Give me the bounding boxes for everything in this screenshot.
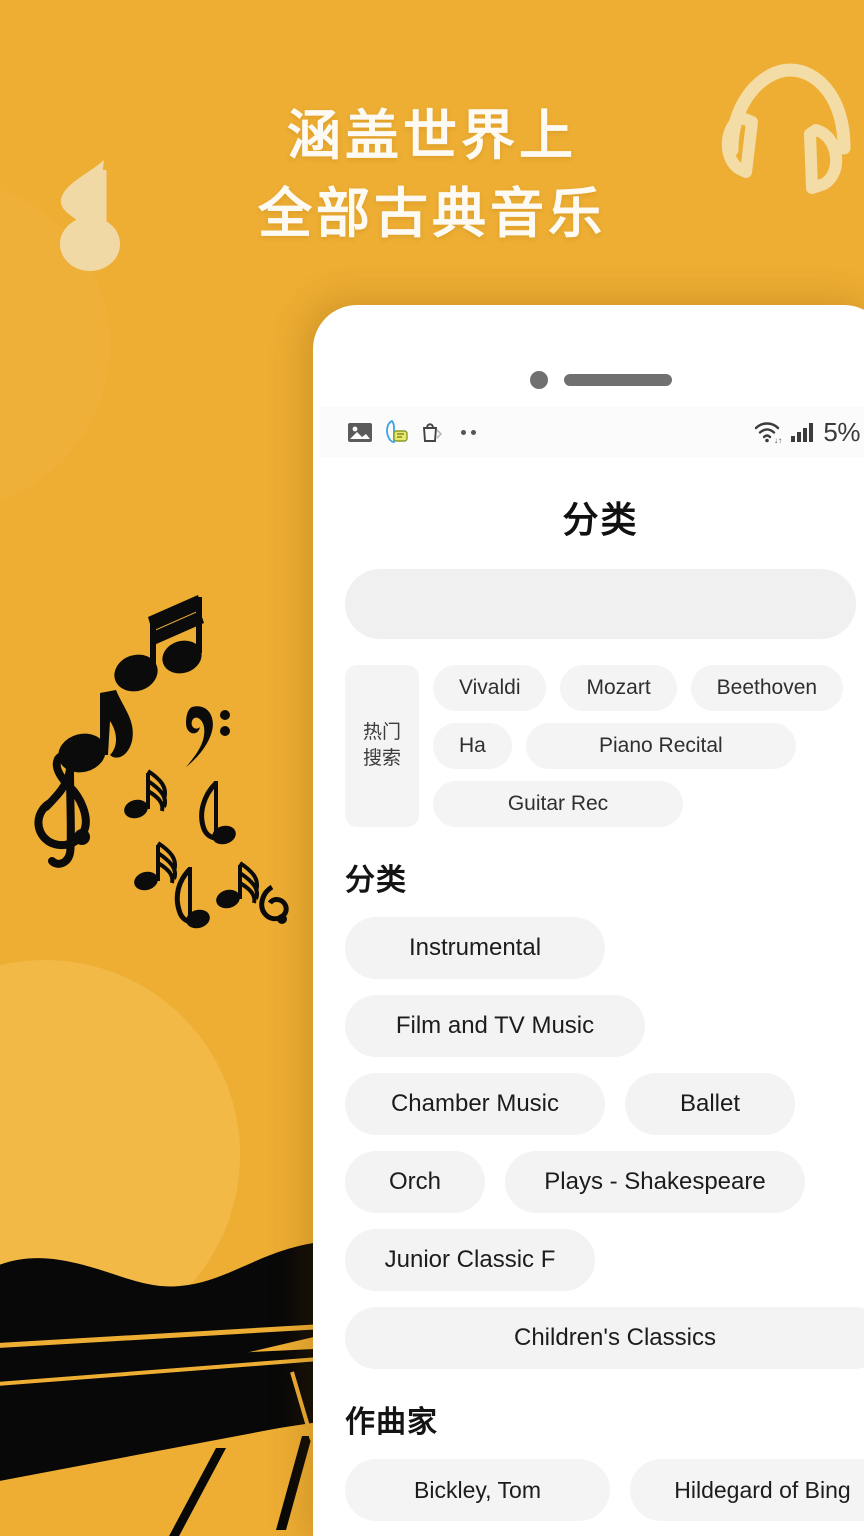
camera-dot-icon [529, 371, 548, 389]
hot-search-chip[interactable]: Ha [433, 723, 512, 769]
hot-search-chip-list: Vivaldi Mozart Beethoven Ha Piano Recita… [433, 665, 864, 827]
category-chip[interactable]: Plays - Shakespeare [505, 1151, 805, 1213]
hot-search-label-line-1: 热门 [362, 722, 401, 744]
signal-bars-icon [791, 423, 814, 442]
category-chip[interactable]: Children's Classics [345, 1307, 864, 1369]
hot-search-section: 热门 搜索 Vivaldi Mozart Beethoven Ha Piano … [345, 665, 864, 827]
hot-search-chip[interactable]: Mozart [560, 665, 677, 711]
headline-line-2: 全部古典音乐 [258, 181, 606, 246]
category-chip[interactable]: Junior Classic F [345, 1229, 595, 1291]
search-input[interactable] [345, 569, 856, 639]
category-chip[interactable]: Instrumental [345, 917, 605, 979]
headline-line-1: 涵盖世界上 [287, 103, 577, 167]
hot-search-chip[interactable]: Piano Recital [525, 723, 796, 769]
category-chip[interactable]: Chamber Music [345, 1073, 605, 1135]
speaker-grille-icon [563, 374, 672, 386]
category-chip[interactable]: Film and TV Music [345, 995, 645, 1057]
categories-chip-list: Instrumental Film and TV Music Chamber M… [345, 917, 864, 1369]
promo-headline: 涵盖世界上 全部古典音乐 [0, 96, 864, 253]
category-chip[interactable]: Ballet [625, 1073, 795, 1135]
music-notes-cluster-icon [34, 595, 289, 929]
hot-search-chip[interactable]: Vivaldi [433, 665, 547, 711]
categories-section-title: 分类 [345, 864, 407, 897]
hot-search-chip[interactable]: Guitar Rec [433, 781, 683, 827]
composers-section-title: 作曲家 [345, 1406, 438, 1439]
category-chip[interactable]: Orch [345, 1151, 485, 1213]
svg-text:↓↑: ↓↑ [774, 436, 782, 445]
hot-search-label-line-2: 搜索 [362, 748, 401, 769]
phone-mockup: ↓↑ 5% 分类 热门 搜索 Vivaldi Mozart Beethoven … [313, 305, 864, 1536]
composers-chip-list: Bickley, Tom Hildegard of Bing Anderson,… [345, 1459, 864, 1536]
phone-screen: ↓↑ 5% 分类 热门 搜索 Vivaldi Mozart Beethoven … [319, 311, 864, 1536]
composer-chip[interactable]: Bickley, Tom [345, 1459, 610, 1521]
status-bar-right: ↓↑ 5% [753, 417, 860, 448]
page-title: 分类 [562, 499, 639, 540]
wifi-icon: ↓↑ [755, 422, 782, 445]
status-bar: ↓↑ 5% [319, 407, 864, 457]
phone-notch [319, 311, 864, 407]
battery-percentage: 5% [823, 416, 860, 447]
status-bar-left [347, 419, 476, 445]
hot-search-label: 热门 搜索 [345, 665, 419, 827]
qq-chat-icon [386, 419, 408, 443]
hot-search-chip[interactable]: Beethoven [690, 665, 844, 711]
shopping-bag-icon [422, 423, 443, 442]
grand-piano-icon [0, 1242, 335, 1536]
image-icon [348, 423, 372, 442]
composer-chip[interactable]: Hildegard of Bing [630, 1459, 864, 1521]
more-dots-icon [461, 429, 476, 435]
